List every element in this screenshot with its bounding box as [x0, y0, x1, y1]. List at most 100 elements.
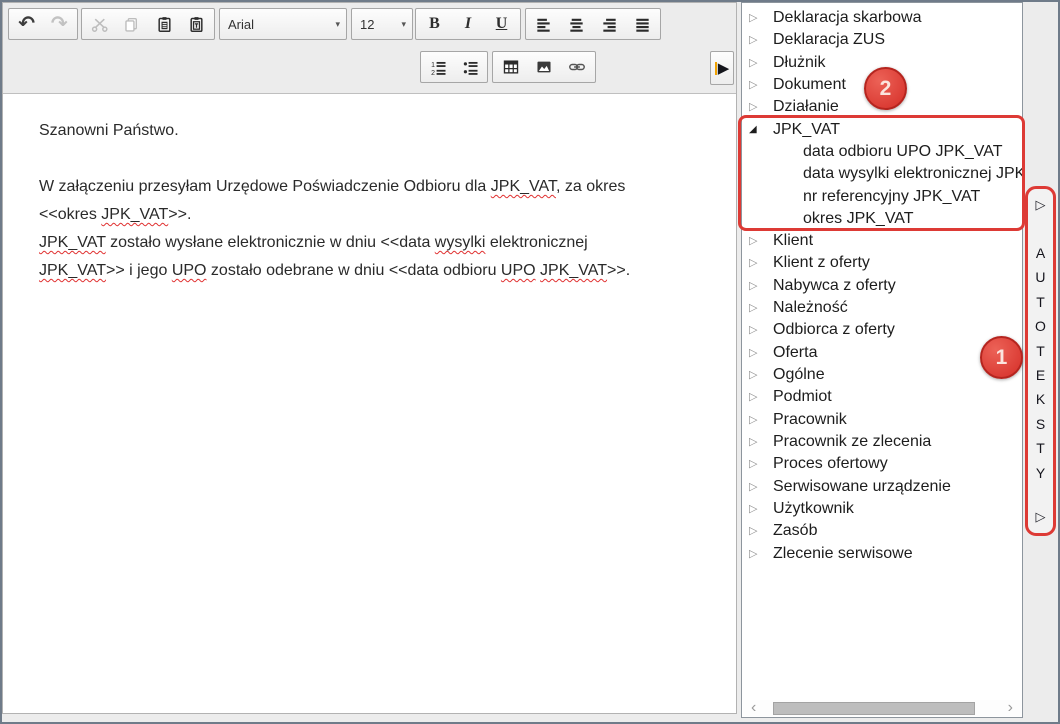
tree-subitem[interactable]: data wysylki elektronicznej JPK_VAT — [742, 163, 1022, 185]
collapse-node-icon[interactable]: ◢ — [749, 119, 761, 141]
cut-button[interactable] — [84, 10, 114, 38]
expand-node-icon[interactable]: ▷ — [749, 74, 761, 96]
autoteksty-panel-toggle[interactable]: ▷ AUTOTEKSTY ▷ — [1025, 186, 1056, 536]
insert-link-button[interactable] — [562, 53, 592, 81]
tree-item[interactable]: ▷ Użytkownik — [742, 498, 1022, 520]
expand-node-icon[interactable]: ▷ — [749, 29, 761, 51]
font-size-value: 12 — [352, 17, 401, 32]
bold-button[interactable]: B — [420, 10, 450, 38]
tree-subitem[interactable]: data odbioru UPO JPK_VAT — [742, 141, 1022, 163]
image-icon — [535, 58, 553, 76]
tree-subitem[interactable]: okres JPK_VAT — [742, 208, 1022, 230]
tree-item-label: Ogólne — [773, 364, 825, 386]
callout-number: 2 — [880, 77, 892, 101]
tree-item-label: Użytkownik — [773, 498, 854, 520]
align-right-button[interactable] — [594, 10, 624, 38]
undo-button[interactable]: ↶ — [12, 10, 42, 38]
misspelled-word: JPK_VAT — [39, 234, 106, 251]
toolbar-group-clipboard — [81, 8, 215, 40]
expand-node-icon[interactable]: ▷ — [749, 476, 761, 498]
tree-item[interactable]: ▷Odbiorca z oferty — [742, 319, 1022, 341]
font-family-dropdown[interactable]: Arial ▾ — [219, 8, 347, 40]
expand-node-icon[interactable]: ▷ — [749, 7, 761, 29]
autoteksty-letter: T — [1035, 339, 1046, 363]
toolbar-group-lists: 12 — [420, 51, 488, 83]
expand-node-icon[interactable]: ▷ — [749, 364, 761, 386]
align-center-button[interactable] — [562, 10, 592, 38]
expand-node-icon[interactable]: ▷ — [749, 319, 761, 341]
italic-button[interactable]: I — [453, 10, 483, 38]
align-left-button[interactable] — [529, 10, 559, 38]
text-segment: zostało odebrane w dniu <<data odbioru — [206, 262, 500, 279]
tree-item[interactable]: ▷Pracownik ze zlecenia — [742, 431, 1022, 453]
annotation-callout-2: 2 — [864, 67, 907, 110]
scrollbar-thumb[interactable] — [773, 702, 975, 715]
tree-item[interactable]: ▷Zasób — [742, 520, 1022, 542]
expand-node-icon[interactable]: ▷ — [749, 297, 761, 319]
rich-text-editor-pane: ↶ ↷ — [2, 2, 737, 714]
expand-node-icon[interactable]: ▷ — [749, 453, 761, 475]
autoteksty-letters: AUTOTEKSTY — [1035, 241, 1046, 485]
bulleted-list-button[interactable] — [455, 53, 485, 81]
tree-item[interactable]: ▷Pracownik — [742, 409, 1022, 431]
tree-item[interactable]: ▷Proces ofertowy — [742, 453, 1022, 475]
text-segment: Szanowni Państwo. — [39, 122, 179, 139]
link-icon — [568, 58, 586, 76]
tree-item[interactable]: ◢JPK_VAT — [742, 119, 1022, 141]
expand-node-icon[interactable]: ▷ — [749, 520, 761, 542]
tree-item[interactable]: ▷ Ogólne — [742, 364, 1022, 386]
template-editor-window: ↶ ↷ — [0, 0, 1060, 724]
autoteksty-letter: T — [1035, 290, 1046, 314]
paste-button[interactable] — [149, 10, 179, 38]
tree-item-label: Deklaracja ZUS — [773, 29, 885, 51]
underline-button[interactable]: U — [487, 10, 517, 38]
editor-text-area[interactable]: Szanowni Państwo. W załączeniu przesyłam… — [3, 93, 736, 713]
paste-plain-text-button[interactable] — [182, 10, 212, 38]
insert-table-button[interactable] — [496, 53, 526, 81]
expand-node-icon[interactable]: ▷ — [749, 342, 761, 364]
tree-item[interactable]: ▷ Deklaracja ZUS — [742, 29, 1022, 51]
tree-item[interactable]: ▷ Serwisowane urządzenie — [742, 476, 1022, 498]
tree-item-label: data odbioru UPO JPK_VAT — [803, 141, 1003, 163]
expand-node-icon[interactable]: ▷ — [749, 230, 761, 252]
numbered-list-button[interactable]: 12 — [423, 53, 453, 81]
tree-item-label: Serwisowane urządzenie — [773, 476, 951, 498]
scroll-left-icon[interactable]: ‹ — [751, 700, 756, 716]
tree-item[interactable]: ▷Podmiot — [742, 386, 1022, 408]
autoteksty-letter: E — [1035, 363, 1046, 387]
scroll-right-icon[interactable]: › — [1008, 700, 1013, 716]
text-segment: zostało wysłane elektronicznie w dniu <<… — [106, 234, 435, 251]
copy-button[interactable] — [117, 10, 147, 38]
expand-node-icon[interactable]: ▷ — [749, 543, 761, 565]
redo-button[interactable]: ↷ — [44, 10, 74, 38]
tree-item[interactable]: ▷Deklaracja skarbowa — [742, 7, 1022, 29]
tree-item[interactable]: ▷ Klient z oferty — [742, 252, 1022, 274]
editor-text: Szanowni Państwo. W załączeniu przesyłam… — [39, 117, 700, 285]
tree-item[interactable]: ▷Nabywca z oferty — [742, 275, 1022, 297]
tree-subitem[interactable]: nr referencyjny JPK_VAT — [742, 186, 1022, 208]
tree-item-label: Klient z oferty — [773, 252, 870, 274]
expand-node-icon[interactable]: ▷ — [749, 409, 761, 431]
expand-node-icon[interactable]: ▷ — [749, 96, 761, 118]
tree-item[interactable]: ▷Zlecenie serwisowe — [742, 543, 1022, 565]
tree-item-label: Należność — [773, 297, 848, 319]
font-size-dropdown[interactable]: 12 ▾ — [351, 8, 413, 40]
toolbar-collapse-button[interactable]: ▶ — [710, 51, 734, 85]
expand-node-icon[interactable]: ▷ — [749, 431, 761, 453]
horizontal-scrollbar[interactable]: ‹ › — [743, 700, 1021, 716]
expand-panel-arrow-icon[interactable]: ▷ — [1036, 197, 1046, 213]
expand-node-icon[interactable]: ▷ — [749, 498, 761, 520]
align-justify-button[interactable] — [627, 10, 657, 38]
expand-node-icon[interactable]: ▷ — [749, 386, 761, 408]
expand-node-icon[interactable]: ▷ — [749, 275, 761, 297]
copy-icon — [123, 16, 140, 33]
text-segment: elektronicznej — [485, 234, 587, 251]
expand-node-icon[interactable]: ▷ — [749, 252, 761, 274]
tree-item[interactable]: ▷ Należność — [742, 297, 1022, 319]
bold-icon: B — [429, 15, 440, 33]
expand-panel-arrow-icon[interactable]: ▷ — [1036, 509, 1046, 525]
expand-node-icon[interactable]: ▷ — [749, 52, 761, 74]
insert-image-button[interactable] — [529, 53, 559, 81]
underline-icon: U — [496, 15, 508, 33]
tree-item[interactable]: ▷Klient — [742, 230, 1022, 252]
